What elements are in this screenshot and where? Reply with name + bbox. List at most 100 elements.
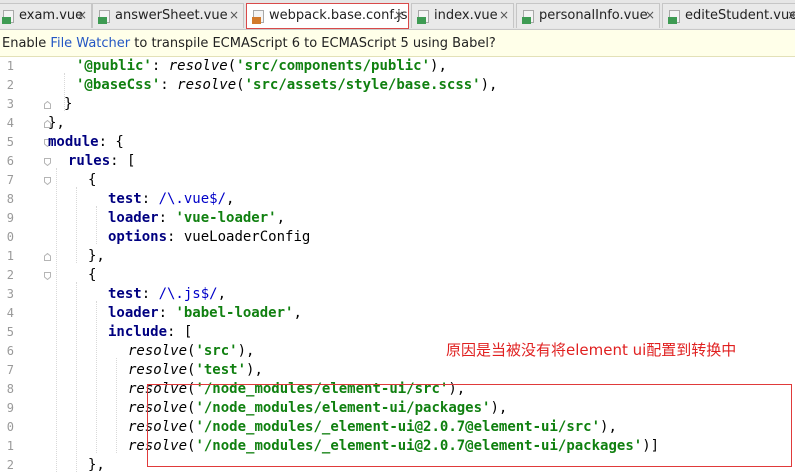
file-type-badge bbox=[417, 17, 426, 24]
plain-token: : bbox=[141, 286, 159, 302]
plain-token: : bbox=[160, 77, 178, 93]
line-number: 2 bbox=[6, 78, 14, 92]
plain-token: ), bbox=[480, 77, 498, 93]
close-tab-icon[interactable]: × bbox=[229, 8, 239, 22]
plain-token: ( bbox=[227, 58, 237, 74]
file-type-badge bbox=[98, 17, 107, 24]
file-type-badge bbox=[668, 17, 677, 24]
string-token: 'test' bbox=[195, 362, 247, 378]
plain-token: : bbox=[141, 191, 159, 207]
line-number: 6 bbox=[6, 344, 14, 358]
keyword-token: test bbox=[108, 191, 142, 207]
tab-label: webpack.base.conf.js bbox=[269, 8, 408, 23]
keyword-token: test bbox=[108, 286, 142, 302]
line-number: 3 bbox=[6, 97, 14, 111]
string-token: 'src/assets/style/base.scss' bbox=[244, 77, 481, 93]
tab-personalinfo-vue[interactable]: personalInfo.vue × bbox=[516, 3, 660, 28]
function-token: resolve bbox=[168, 58, 228, 74]
plain-token: }, bbox=[48, 115, 65, 131]
tab-editestudent-vue[interactable]: editeStudent.vue× bbox=[662, 3, 795, 28]
code-line: { bbox=[88, 171, 96, 190]
file-type-badge bbox=[522, 17, 531, 24]
string-token: 'src' bbox=[195, 343, 238, 359]
vue-file-icon bbox=[98, 10, 110, 24]
code-line: '@baseCss': resolve('src/assets/style/ba… bbox=[76, 76, 497, 95]
close-tab-icon[interactable]: × bbox=[787, 8, 795, 22]
plain-token: , bbox=[276, 210, 286, 226]
keyword-token: module bbox=[48, 134, 99, 150]
vue-file-icon bbox=[668, 10, 680, 24]
indent-guide bbox=[96, 301, 97, 453]
plain-token: : [ bbox=[167, 324, 193, 340]
tab-label: answerSheet.vue bbox=[115, 8, 228, 23]
line-number: 1 bbox=[6, 59, 14, 73]
close-tab-icon[interactable]: × bbox=[394, 8, 404, 22]
line-number: 2 bbox=[6, 458, 14, 472]
tab-exam-vue[interactable]: exam.vue × bbox=[0, 3, 92, 28]
editor-tab-bar: exam.vue × answerSheet.vue × webpack.base.co… bbox=[0, 0, 795, 30]
plain-token: , bbox=[293, 305, 302, 321]
string-token: 'src/components/public' bbox=[236, 58, 431, 74]
line-number: 1 bbox=[6, 249, 14, 263]
code-line: options: vueLoaderConfig bbox=[108, 228, 310, 247]
close-tab-icon[interactable]: × bbox=[645, 8, 655, 22]
indent-guide bbox=[96, 206, 97, 244]
line-number: 7 bbox=[6, 363, 14, 377]
indent-guide bbox=[76, 187, 77, 263]
code-line: loader: 'babel-loader', bbox=[108, 304, 302, 323]
file-watcher-link[interactable]: File Watcher bbox=[50, 36, 130, 51]
line-number: 4 bbox=[6, 116, 14, 130]
line-number: 8 bbox=[6, 192, 14, 206]
line-number: 5 bbox=[6, 135, 14, 149]
plain-token: , bbox=[217, 286, 227, 302]
code-line: } bbox=[64, 95, 72, 114]
notice-suffix: to transpile ECMAScript 6 to ECMAScript … bbox=[130, 36, 496, 51]
function-token: resolve bbox=[128, 362, 188, 378]
line-number: 6 bbox=[6, 154, 14, 168]
close-tab-icon[interactable]: × bbox=[77, 8, 87, 22]
function-token: resolve bbox=[177, 77, 237, 93]
code-line: resolve('src'), bbox=[128, 342, 254, 361]
notice-prefix: Enable bbox=[2, 36, 51, 51]
code-line: }, bbox=[88, 456, 105, 475]
code-line: rules: [ bbox=[68, 152, 135, 171]
regex-token: /\.vue$/ bbox=[158, 191, 227, 207]
tab-webpack-base-conf-js[interactable]: webpack.base.conf.js × bbox=[246, 3, 409, 29]
line-number: 3 bbox=[6, 287, 14, 301]
keyword-token: options bbox=[108, 229, 168, 245]
tab-label: index.vue bbox=[434, 8, 498, 23]
code-line: include: [ bbox=[108, 323, 192, 342]
plain-token: { bbox=[88, 172, 97, 188]
tab-answersheet-vue[interactable]: answerSheet.vue × bbox=[92, 3, 244, 28]
string-token: '@public' bbox=[76, 58, 152, 74]
plain-token: ), bbox=[237, 343, 255, 359]
plain-token: ), bbox=[430, 58, 447, 74]
close-tab-icon[interactable]: × bbox=[499, 8, 509, 22]
js-file-icon bbox=[252, 10, 264, 24]
annotation-highlight-box bbox=[147, 384, 792, 467]
indent-guide bbox=[76, 282, 77, 472]
plain-token: { bbox=[88, 267, 97, 283]
tab-index-vue[interactable]: index.vue × bbox=[411, 3, 514, 28]
line-number: 7 bbox=[6, 173, 14, 187]
code-line: test: /\.js$/, bbox=[108, 285, 226, 304]
plain-token: : [ bbox=[110, 153, 136, 169]
keyword-token: include bbox=[108, 324, 168, 340]
line-number: 9 bbox=[6, 211, 14, 225]
line-number: 5 bbox=[6, 325, 14, 339]
plain-token: : { bbox=[98, 134, 124, 150]
code-line: }, bbox=[88, 247, 105, 266]
annotation-note: 原因是当被没有将element ui配置到转换中 bbox=[446, 341, 737, 359]
vue-file-icon bbox=[2, 10, 14, 24]
line-number: 9 bbox=[6, 401, 14, 415]
plain-token: : bbox=[158, 305, 176, 321]
tab-label: exam.vue bbox=[19, 8, 84, 23]
code-line: { bbox=[88, 266, 96, 285]
string-token: '@baseCss' bbox=[76, 77, 161, 93]
file-type-badge bbox=[2, 17, 11, 24]
file-watcher-notification: Enable File Watcher to transpile ECMAScr… bbox=[0, 30, 795, 57]
keyword-token: rules bbox=[68, 153, 111, 169]
line-number-gutter: 1 2 3 4 5 6 7 8 9 0 1 2 3 4 5 6 7 8 9 0 1 2 bbox=[0, 57, 51, 476]
plain-token: ), bbox=[246, 362, 263, 378]
plain-token: : bbox=[158, 210, 176, 226]
